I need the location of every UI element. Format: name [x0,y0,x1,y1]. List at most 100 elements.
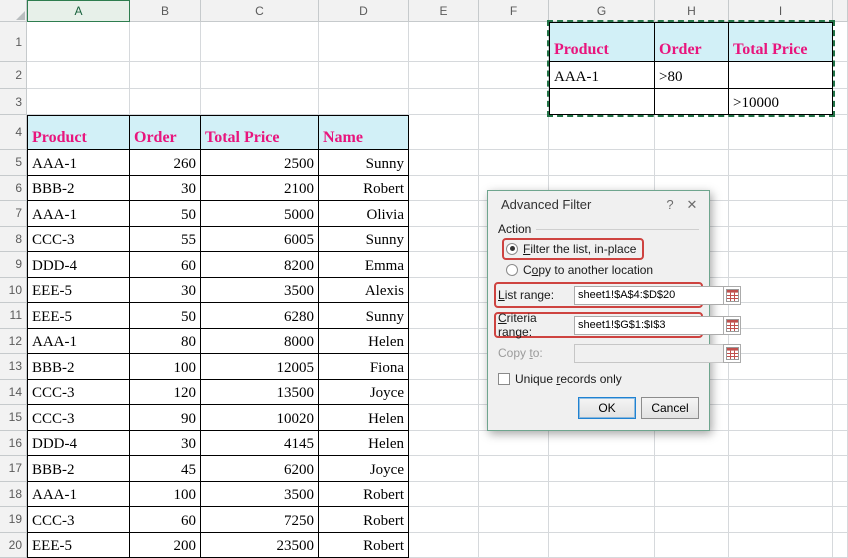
row-header-12[interactable]: 12 [0,329,27,355]
col-header-E[interactable]: E [409,0,479,22]
cell-C11[interactable]: 6280 [201,303,319,329]
cell-D1[interactable] [319,22,409,62]
cell-I20[interactable] [729,533,833,558]
cell-E14[interactable] [409,380,479,406]
copy-to-location-option[interactable]: Copy to another location [506,261,699,278]
cell-D17[interactable]: Joyce [319,456,409,482]
cell-A3[interactable] [27,89,130,115]
row-header-10[interactable]: 10 [0,278,27,304]
cell-C10[interactable]: 3500 [201,278,319,304]
row-header-19[interactable]: 19 [0,507,27,533]
col-header-A[interactable]: A [27,0,130,22]
row-header-6[interactable]: 6 [0,176,27,202]
cell-A5[interactable]: AAA-1 [27,150,130,176]
cell-C8[interactable]: 6005 [201,227,319,253]
cell-C13[interactable]: 12005 [201,354,319,380]
cell-E3[interactable] [409,89,479,115]
cell-E8[interactable] [409,227,479,253]
cell-A19[interactable]: CCC-3 [27,507,130,533]
cell-A2[interactable] [27,62,130,89]
cell-H1[interactable]: Order [655,22,729,62]
cell-H20[interactable] [655,533,729,558]
cell-J10[interactable] [833,278,848,304]
cell-G3[interactable] [549,89,655,115]
cell-J16[interactable] [833,431,848,457]
cell-H4[interactable] [655,115,729,150]
cell-A7[interactable]: AAA-1 [27,201,130,227]
cell-I12[interactable] [729,329,833,355]
cell-J9[interactable] [833,252,848,278]
cell-J15[interactable] [833,405,848,431]
range-picker-icon[interactable] [723,344,741,363]
cell-A10[interactable]: EEE-5 [27,278,130,304]
cell-G5[interactable] [549,150,655,176]
list-range-input[interactable] [574,286,723,305]
cell-D16[interactable]: Helen [319,431,409,457]
cell-D18[interactable]: Robert [319,482,409,508]
cell-B18[interactable]: 100 [130,482,201,508]
cell-A6[interactable]: BBB-2 [27,176,130,202]
cell-H2[interactable]: >80 [655,62,729,89]
cell-C1[interactable] [201,22,319,62]
col-header-G[interactable]: G [549,0,655,22]
cell-J12[interactable] [833,329,848,355]
row-header-4[interactable]: 4 [0,115,27,150]
cell-E15[interactable] [409,405,479,431]
cell-J4[interactable] [833,115,848,150]
cell-J18[interactable] [833,482,848,508]
cell-D3[interactable] [319,89,409,115]
cell-J8[interactable] [833,227,848,253]
cell-A14[interactable]: CCC-3 [27,380,130,406]
cell-I11[interactable] [729,303,833,329]
cell-C19[interactable]: 7250 [201,507,319,533]
cell-D4[interactable]: Name [319,115,409,150]
cell-E2[interactable] [409,62,479,89]
filter-in-place-option[interactable]: Filter the list, in-place [506,240,636,257]
cell-C5[interactable]: 2500 [201,150,319,176]
cell-B13[interactable]: 100 [130,354,201,380]
row-header-17[interactable]: 17 [0,456,27,482]
cell-B3[interactable] [130,89,201,115]
col-header-D[interactable]: D [319,0,409,22]
cell-D9[interactable]: Emma [319,252,409,278]
cell-F3[interactable] [479,89,549,115]
cell-G16[interactable] [549,431,655,457]
cell-E11[interactable] [409,303,479,329]
cell-J2[interactable] [833,62,848,89]
cell-B9[interactable]: 60 [130,252,201,278]
cell-B4[interactable]: Order [130,115,201,150]
cell-A11[interactable]: EEE-5 [27,303,130,329]
cell-J1[interactable] [833,22,848,62]
row-header-9[interactable]: 9 [0,252,27,278]
cell-D11[interactable]: Sunny [319,303,409,329]
cell-H17[interactable] [655,456,729,482]
cell-G19[interactable] [549,507,655,533]
cell-I14[interactable] [729,380,833,406]
cell-E17[interactable] [409,456,479,482]
ok-button[interactable]: OK [578,397,636,419]
cell-E1[interactable] [409,22,479,62]
cell-I5[interactable] [729,150,833,176]
cell-I19[interactable] [729,507,833,533]
cell-D12[interactable]: Helen [319,329,409,355]
cell-B2[interactable] [130,62,201,89]
cell-D6[interactable]: Robert [319,176,409,202]
cell-I9[interactable] [729,252,833,278]
close-icon[interactable]: ✕ [681,197,703,213]
cell-C9[interactable]: 8200 [201,252,319,278]
cell-D15[interactable]: Helen [319,405,409,431]
cell-G17[interactable] [549,456,655,482]
row-header-20[interactable]: 20 [0,533,27,558]
cell-E4[interactable] [409,115,479,150]
cell-J5[interactable] [833,150,848,176]
col-header-partial[interactable] [833,0,848,22]
cell-I18[interactable] [729,482,833,508]
cell-B6[interactable]: 30 [130,176,201,202]
select-all-button[interactable] [0,0,27,22]
row-header-11[interactable]: 11 [0,303,27,329]
cell-D13[interactable]: Fiona [319,354,409,380]
row-header-5[interactable]: 5 [0,150,27,176]
cell-G1[interactable]: Product [549,22,655,62]
cell-A12[interactable]: AAA-1 [27,329,130,355]
cell-F4[interactable] [479,115,549,150]
